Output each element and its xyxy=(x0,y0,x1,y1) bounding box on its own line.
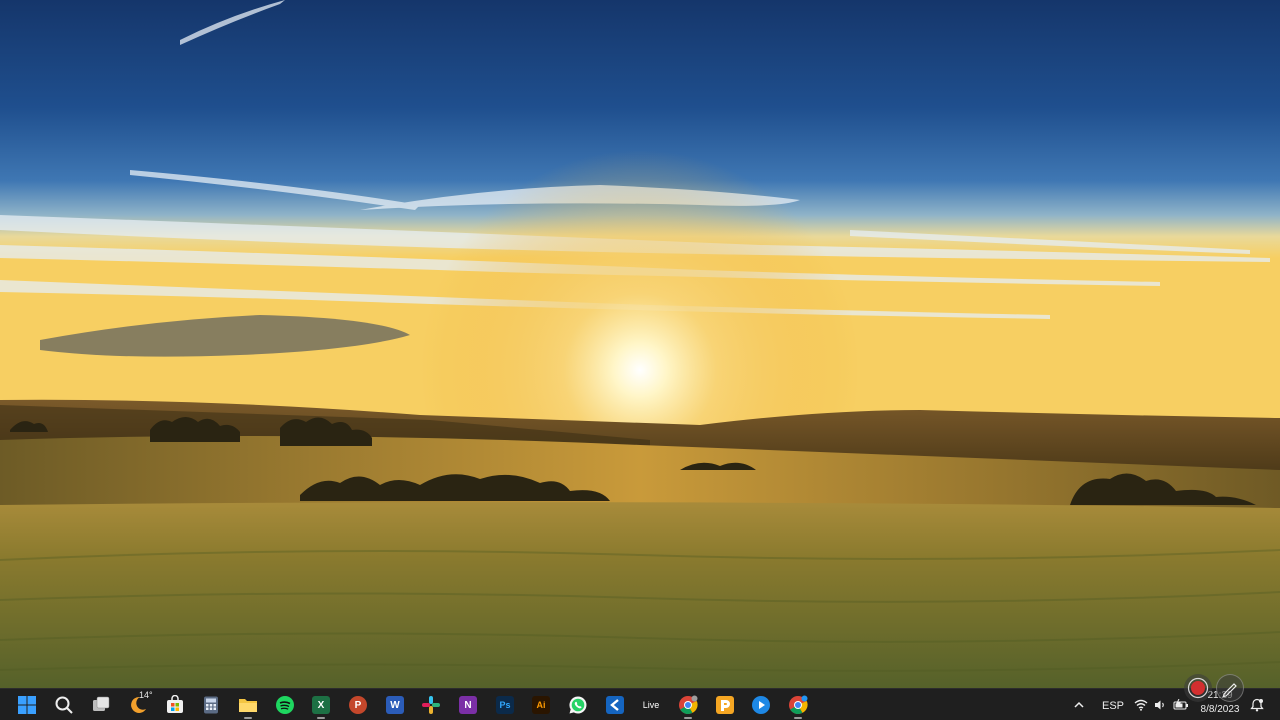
slack-icon xyxy=(422,696,440,714)
play-icon xyxy=(752,696,770,714)
task-view-button[interactable] xyxy=(88,693,114,717)
annotate-button[interactable] xyxy=(1216,674,1244,702)
photoshop-icon: Ps xyxy=(496,696,514,714)
spotify-icon xyxy=(276,696,294,714)
show-hidden-icons-button[interactable] xyxy=(1066,693,1092,717)
folder-icon xyxy=(239,699,257,712)
notification-bell-icon xyxy=(1250,698,1264,712)
windows-logo-icon xyxy=(18,696,36,714)
clock-date: 8/8/2023 xyxy=(1200,704,1240,715)
battery-charging-icon xyxy=(1173,699,1188,710)
excel-icon: X xyxy=(312,696,330,714)
taskbar-app-file-explorer[interactable] xyxy=(235,693,261,719)
search-button[interactable] xyxy=(51,693,77,717)
taskbar-app-photoshop[interactable]: Ps xyxy=(492,693,518,717)
store-icon xyxy=(167,695,183,713)
taskbar-app-blue[interactable] xyxy=(602,693,628,717)
input-language-indicator[interactable]: ESP xyxy=(1102,700,1124,712)
live-label: Live xyxy=(642,700,660,710)
taskbar-app-whatsapp[interactable] xyxy=(565,693,591,717)
taskbar-app-word[interactable]: W xyxy=(382,693,408,717)
powerpoint-icon: P xyxy=(349,696,367,714)
wifi-icon xyxy=(1134,699,1148,711)
word-icon: W xyxy=(386,696,404,714)
volume-button[interactable] xyxy=(1150,693,1170,717)
taskbar-app-orange[interactable] xyxy=(712,693,738,717)
taskbar-app-spotify[interactable] xyxy=(272,693,298,717)
taskbar-app-slack[interactable] xyxy=(418,693,444,717)
pen-icon xyxy=(1222,683,1237,697)
app-orange-icon xyxy=(716,696,734,714)
taskbar-app-chrome-profile[interactable] xyxy=(785,693,811,719)
taskbar-app-powerpoint[interactable]: P xyxy=(345,693,371,717)
chevron-up-icon xyxy=(1074,701,1084,708)
desktop-wallpaper xyxy=(0,0,1280,688)
chrome-icon xyxy=(679,695,698,715)
chrome-icon xyxy=(789,695,808,715)
illustrator-icon: Ai xyxy=(532,696,550,714)
calculator-icon xyxy=(204,696,218,714)
notifications-button[interactable] xyxy=(1246,693,1268,717)
network-button[interactable] xyxy=(1130,693,1152,717)
onenote-icon: N xyxy=(459,696,477,714)
taskbar-app-store[interactable] xyxy=(162,693,188,717)
taskbar-app-calculator[interactable] xyxy=(198,693,224,717)
record-icon xyxy=(1187,677,1209,699)
taskbar-app-live[interactable]: Live xyxy=(638,693,664,717)
taskbar: 14° X P W N Ps Ai Live ESP xyxy=(0,688,1280,720)
taskbar-app-excel[interactable]: X xyxy=(308,693,334,719)
weather-widget[interactable]: 14° xyxy=(125,690,153,717)
taskbar-app-illustrator[interactable]: Ai xyxy=(528,693,554,717)
app-blue-arrow-icon xyxy=(606,696,624,714)
taskbar-app-chrome[interactable] xyxy=(675,693,701,719)
taskbar-app-onenote[interactable]: N xyxy=(455,693,481,717)
record-button[interactable] xyxy=(1184,674,1212,702)
start-button[interactable] xyxy=(14,693,40,717)
task-view-icon xyxy=(93,696,110,711)
search-icon xyxy=(55,696,73,714)
speaker-icon xyxy=(1155,700,1164,710)
weather-temperature: 14° xyxy=(139,690,153,700)
taskbar-app-player[interactable] xyxy=(748,693,774,717)
whatsapp-icon xyxy=(569,696,587,714)
